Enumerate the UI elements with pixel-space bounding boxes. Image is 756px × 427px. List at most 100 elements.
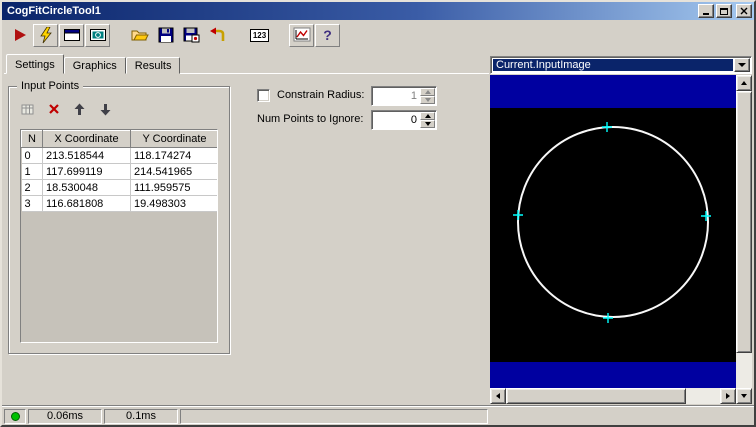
spin-up-button[interactable] (420, 88, 435, 96)
constrain-radius-spin-buttons (420, 88, 435, 104)
status-message-panel (180, 408, 488, 424)
image-display-button[interactable] (85, 23, 110, 47)
numeric-precision-button[interactable]: 123 (247, 24, 272, 47)
input-image-content (490, 75, 736, 388)
open-button[interactable] (127, 24, 152, 47)
vertical-scroll-thumb[interactable] (736, 91, 752, 353)
spin-up-icon (424, 90, 431, 94)
save-image-button[interactable] (179, 24, 204, 47)
constrain-radius-spinner[interactable]: 1 (371, 86, 437, 106)
spin-up-button[interactable] (420, 112, 435, 120)
scroll-right-button[interactable] (720, 388, 736, 404)
table-cell[interactable]: 19.498303 (130, 195, 217, 212)
table-row[interactable]: 0 213.518544 118.174274 (21, 147, 217, 164)
move-point-down-button[interactable] (95, 99, 116, 119)
table-cell[interactable]: 117.699119 (42, 163, 131, 180)
close-icon (740, 7, 748, 15)
window-title: CogFitCircleTool1 (7, 5, 101, 17)
image-vertical-scrollbar[interactable] (736, 75, 752, 404)
arrow-up-icon (74, 103, 85, 115)
input-points-table: N X Coordinate Y Coordinate 0 213.518544 1… (21, 130, 217, 212)
run-play-icon (14, 29, 26, 41)
input-points-grid[interactable]: N X Coordinate Y Coordinate 0 213.518544 1… (20, 129, 218, 343)
undo-arrow-icon (209, 27, 224, 41)
image-bottom-blue-band (490, 362, 736, 388)
image-source-combobox[interactable]: Current.InputImage (490, 56, 752, 74)
num-points-ignore-spinner[interactable]: 0 (371, 110, 437, 130)
spin-down-icon (424, 122, 431, 126)
column-header-y[interactable]: Y Coordinate (130, 130, 217, 148)
num-points-ignore-value: 0 (410, 114, 417, 126)
input-points-group: Input Points N X Coordinate Y Coordinate… (8, 80, 230, 354)
scroll-left-icon (496, 393, 500, 399)
table-cell[interactable]: 3 (21, 195, 43, 212)
image-top-blue-band (490, 75, 736, 108)
spin-up-icon (424, 114, 431, 118)
maximize-button[interactable] (716, 4, 732, 18)
add-point-button[interactable] (17, 99, 38, 119)
image-source-selected: Current.InputImage (493, 59, 733, 71)
floppy-image-icon (183, 27, 200, 43)
table-cell[interactable]: 2 (21, 179, 43, 196)
scroll-down-icon (741, 394, 747, 398)
input-points-tbody: 0 213.518544 118.174274 1 117.699119 214.5419… (21, 147, 217, 212)
reset-button[interactable] (205, 24, 230, 47)
arrow-down-icon (100, 103, 111, 115)
move-point-up-button[interactable] (69, 99, 90, 119)
help-button[interactable]: ? (315, 23, 340, 47)
scroll-left-button[interactable] (490, 388, 506, 404)
title-bar[interactable]: CogFitCircleTool1 (2, 2, 754, 20)
run-button[interactable] (7, 24, 32, 47)
scroll-down-button[interactable] (736, 388, 752, 404)
constrain-radius-row: Constrain Radius: (257, 88, 364, 102)
table-cell[interactable]: 111.959575 (130, 179, 217, 196)
num-points-spin-buttons (420, 112, 435, 128)
chevron-down-icon (738, 63, 746, 67)
minimize-icon (703, 13, 709, 15)
table-row[interactable]: 3 116.681808 19.498303 (21, 195, 217, 212)
delete-point-button[interactable] (43, 99, 64, 119)
maximize-icon (720, 7, 728, 15)
electric-run-button[interactable] (33, 23, 58, 47)
status-timer1: 0.06ms (46, 410, 84, 422)
constrain-radius-value: 1 (410, 90, 417, 102)
constrain-radius-checkbox[interactable] (257, 88, 270, 102)
table-row[interactable]: 2 18.530048 111.959575 (21, 179, 217, 196)
column-header-n[interactable]: N (21, 130, 43, 148)
combo-dropdown-button[interactable] (734, 58, 750, 72)
float-window-button[interactable] (59, 23, 84, 47)
cogfitcircle-tool-window: CogFitCircleTool1 123 ? Settings Graphic… (0, 0, 756, 427)
tab-graphics[interactable]: Graphics (63, 57, 126, 74)
input-points-group-label: Input Points (17, 80, 84, 92)
status-bar: 0.06ms 0.1ms (2, 405, 754, 425)
spin-down-button[interactable] (420, 96, 435, 104)
spin-down-button[interactable] (420, 120, 435, 128)
tab-results[interactable]: Results (125, 57, 181, 74)
minimize-button[interactable] (698, 4, 714, 18)
table-cell[interactable]: 0 (21, 147, 43, 164)
table-cell[interactable]: 213.518544 (42, 147, 131, 164)
horizontal-scroll-thumb[interactable] (506, 388, 686, 404)
scroll-right-icon (726, 393, 730, 399)
tab-settings[interactable]: Settings (6, 54, 64, 74)
image-display-icon (89, 29, 106, 41)
table-cell[interactable]: 118.174274 (130, 147, 217, 164)
table-cell[interactable]: 1 (21, 163, 43, 180)
constrain-radius-label: Constrain Radius: (277, 89, 365, 101)
close-button[interactable] (736, 4, 752, 18)
table-cell[interactable]: 116.681808 (42, 195, 131, 212)
table-row[interactable]: 1 117.699119 214.541965 (21, 163, 217, 180)
table-cell[interactable]: 214.541965 (130, 163, 217, 180)
scroll-up-button[interactable] (736, 75, 752, 91)
image-display-area[interactable] (490, 75, 736, 388)
status-timer2: 0.1ms (126, 410, 156, 422)
add-point-icon (21, 104, 33, 114)
chart-button[interactable] (289, 23, 314, 47)
table-cell[interactable]: 18.530048 (42, 179, 131, 196)
column-header-x[interactable]: X Coordinate (42, 130, 131, 148)
main-toolbar: 123 ? (2, 20, 754, 50)
save-button[interactable] (153, 24, 178, 47)
image-horizontal-scrollbar[interactable] (490, 388, 736, 404)
lightning-icon (39, 26, 52, 43)
spin-down-icon (424, 98, 431, 102)
